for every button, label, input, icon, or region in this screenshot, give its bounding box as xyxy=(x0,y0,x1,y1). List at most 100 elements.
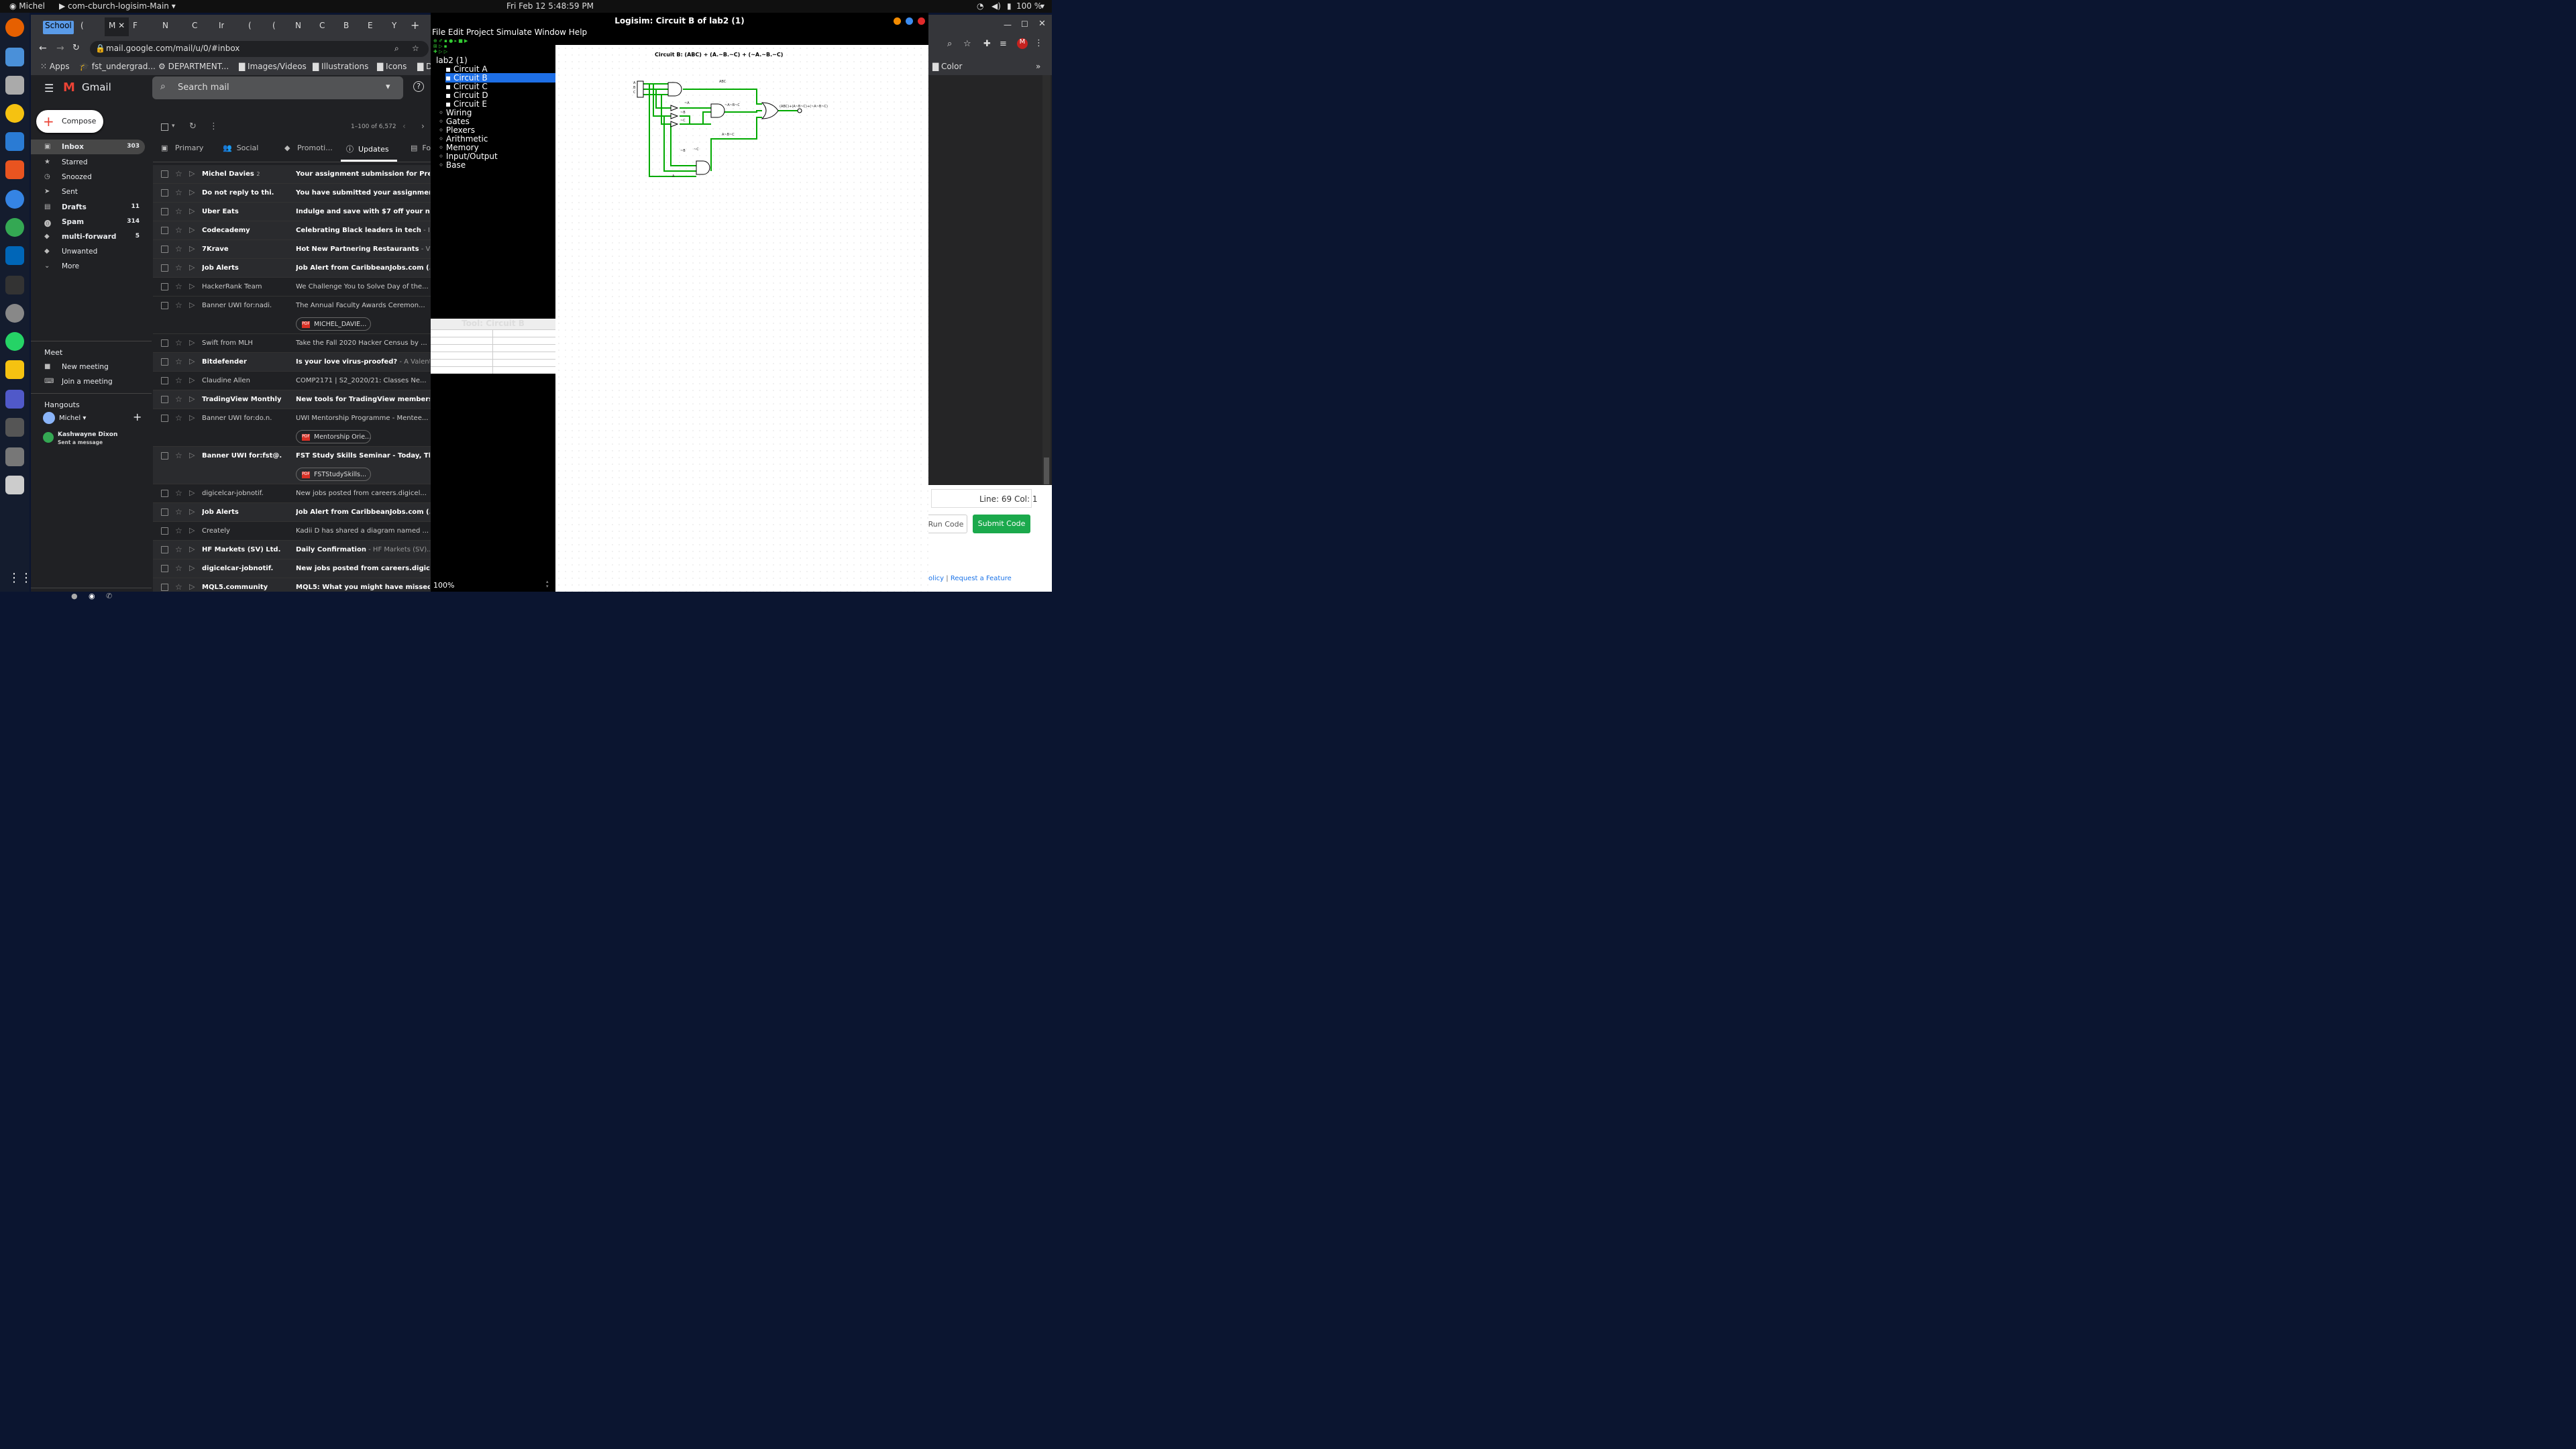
email-row[interactable]: ☆ ▷ 7Krave Hot New Partnering Restaurants … xyxy=(153,240,433,259)
software-center-icon[interactable] xyxy=(5,160,24,179)
importance-icon[interactable]: ▷ xyxy=(189,225,195,234)
bookmark-folder[interactable]: ▇ Color xyxy=(932,62,962,71)
star-icon[interactable]: ☆ xyxy=(175,545,182,554)
maximize-button[interactable] xyxy=(906,17,913,25)
nav-spam[interactable]: ⓿ Spam 314 xyxy=(31,215,145,229)
nav-multi-forward[interactable]: ◆ multi-forward 5 xyxy=(31,229,145,244)
importance-icon[interactable]: ▷ xyxy=(189,207,195,215)
whatsapp-icon[interactable] xyxy=(5,332,24,351)
star-icon[interactable]: ☆ xyxy=(175,301,182,310)
wifi-icon[interactable]: ◔ xyxy=(977,1,983,11)
importance-icon[interactable]: ▷ xyxy=(189,169,195,178)
tab[interactable]: ( xyxy=(80,21,84,34)
row-checkbox[interactable] xyxy=(161,490,168,497)
star-icon[interactable]: ☆ xyxy=(175,451,182,460)
importance-icon[interactable]: ▷ xyxy=(189,451,195,460)
importance-icon[interactable]: ▷ xyxy=(189,282,195,290)
select-all-checkbox[interactable] xyxy=(161,123,168,131)
importance-icon[interactable]: ▷ xyxy=(189,488,195,497)
battery-icon[interactable]: ▮ xyxy=(1007,1,1012,11)
row-checkbox[interactable] xyxy=(161,170,168,178)
chevron-down-icon[interactable]: ▾ xyxy=(1040,1,1044,11)
importance-icon[interactable]: ▷ xyxy=(189,507,195,516)
tab[interactable]: C xyxy=(319,21,325,34)
attachment-chip[interactable]: PDF Mentorship Orie... xyxy=(296,430,371,443)
tree-circuit[interactable]: ▪ Circuit A xyxy=(445,64,488,74)
tree-project[interactable]: lab2 (1) xyxy=(436,56,468,65)
scrollbar-track[interactable] xyxy=(1042,75,1051,484)
tree-library[interactable]: ◦ Plexers xyxy=(439,125,475,135)
row-checkbox[interactable] xyxy=(161,302,168,309)
prev-page-icon[interactable]: ‹ xyxy=(402,121,406,131)
star-icon[interactable]: ☆ xyxy=(175,207,182,216)
importance-icon[interactable]: ▷ xyxy=(189,526,195,535)
tree-library[interactable]: ◦ Wiring xyxy=(439,108,472,117)
bookmark-star-icon[interactable]: ☆ xyxy=(412,44,419,53)
email-row[interactable]: ☆ ▷ HackerRank Team We Challenge You to So… xyxy=(153,278,433,297)
email-row[interactable]: ☆ ▷ Swift from MLH Take the Fall 2020 Hack… xyxy=(153,334,433,353)
row-checkbox[interactable] xyxy=(161,227,168,234)
more-options-icon[interactable]: ⋮ xyxy=(209,121,218,131)
active-app-menu[interactable]: ▶ com-cburch-logisim-Main ▾ xyxy=(59,1,176,11)
clock[interactable]: Fri Feb 12 5:48:59 PM xyxy=(506,1,594,11)
importance-icon[interactable]: ▷ xyxy=(189,338,195,347)
close-icon[interactable]: ✕ xyxy=(1038,19,1046,29)
nav-snoozed[interactable]: ◷ Snoozed xyxy=(31,170,145,184)
email-row[interactable]: ☆ ▷ HF Markets (SV) Ltd. Daily Confirmatio… xyxy=(153,541,433,559)
contact-avatar[interactable] xyxy=(43,432,54,443)
star-icon[interactable]: ☆ xyxy=(175,564,182,573)
chrome-icon[interactable] xyxy=(5,218,24,237)
row-checkbox[interactable] xyxy=(161,264,168,272)
volume-icon[interactable]: ◀) xyxy=(991,1,1001,11)
star-icon[interactable]: ☆ xyxy=(175,188,182,197)
row-checkbox[interactable] xyxy=(161,339,168,347)
join-meeting-button[interactable]: ⌨ Join a meeting xyxy=(31,374,145,389)
tab-group-school[interactable]: School xyxy=(43,21,74,34)
contact-name[interactable]: Kashwayne Dixon xyxy=(58,431,117,438)
forward-icon[interactable]: → xyxy=(56,43,64,54)
bookmark-folder[interactable]: ▇ D xyxy=(417,62,432,71)
input-pins[interactable] xyxy=(637,80,644,98)
terminal-icon[interactable] xyxy=(5,276,24,294)
menu-bar[interactable]: File Edit Project Simulate Window Help xyxy=(431,28,928,38)
and-gate-abc[interactable] xyxy=(667,82,682,97)
email-row[interactable]: ☆ ▷ TradingView Monthly New tools for Trad… xyxy=(153,390,433,409)
star-icon[interactable]: ☆ xyxy=(175,357,182,366)
row-checkbox[interactable] xyxy=(161,508,168,516)
row-checkbox[interactable] xyxy=(161,415,168,422)
output-pin[interactable] xyxy=(797,108,802,113)
zoom-spinner[interactable]: ▴ ▾ xyxy=(546,580,549,589)
email-row[interactable]: ☆ ▷ Do not reply to thi. You have submitte… xyxy=(153,184,433,203)
new-tab-button[interactable]: + xyxy=(411,19,419,32)
importance-icon[interactable]: ▷ xyxy=(189,188,195,197)
tree-library[interactable]: ◦ Gates xyxy=(439,117,470,126)
contacts-icon[interactable]: ● xyxy=(71,592,78,600)
nav-inbox[interactable]: ▣ Inbox 303 xyxy=(31,140,145,154)
media-icon[interactable]: ≡ xyxy=(1000,39,1007,49)
nav-starred[interactable]: ★ Starred xyxy=(31,155,145,170)
back-icon[interactable]: ← xyxy=(39,43,47,54)
gmail-logo-icon[interactable]: M xyxy=(63,80,75,95)
row-checkbox[interactable] xyxy=(161,377,168,384)
email-row[interactable]: ☆ ▷ Banner UWI for:nadi. The Annual Facult… xyxy=(153,297,433,334)
email-row[interactable]: ☆ ▷ Uber Eats Indulge and save with $7 off… xyxy=(153,203,433,221)
row-checkbox[interactable] xyxy=(161,584,168,591)
email-row[interactable]: ☆ ▷ Codecademy Celebrating Black leaders i… xyxy=(153,221,433,240)
star-icon[interactable]: ☆ xyxy=(175,225,182,235)
help-icon[interactable]: ? xyxy=(413,81,424,92)
email-row[interactable]: ☆ ▷ Claudine Allen COMP2171 | S2_2020/21: … xyxy=(153,372,433,390)
email-row[interactable]: ☆ ▷ Job Alerts Job Alert from CaribbeanJob… xyxy=(153,503,433,522)
help-icon[interactable] xyxy=(5,190,24,209)
bookmark[interactable]: 🎓 fst_undergrad... xyxy=(79,62,156,71)
email-row[interactable]: ☆ ▷ Michel Davies 2 Your assignment submiss… xyxy=(153,165,433,184)
trash-icon[interactable] xyxy=(5,476,24,494)
apps-bookmark[interactable]: ⁙ Apps xyxy=(40,62,70,71)
and-gate-nanbnc[interactable] xyxy=(710,103,725,118)
settings-icon[interactable] xyxy=(5,304,24,323)
main-menu-icon[interactable]: ☰ xyxy=(44,82,54,95)
mail-client-icon[interactable] xyxy=(5,48,24,66)
phone-icon[interactable]: ✆ xyxy=(106,592,112,600)
more-bookmarks-icon[interactable]: » xyxy=(1036,62,1040,71)
tab[interactable]: Y xyxy=(392,21,396,34)
tree-circuit[interactable]: ▪ Circuit B xyxy=(445,73,555,83)
